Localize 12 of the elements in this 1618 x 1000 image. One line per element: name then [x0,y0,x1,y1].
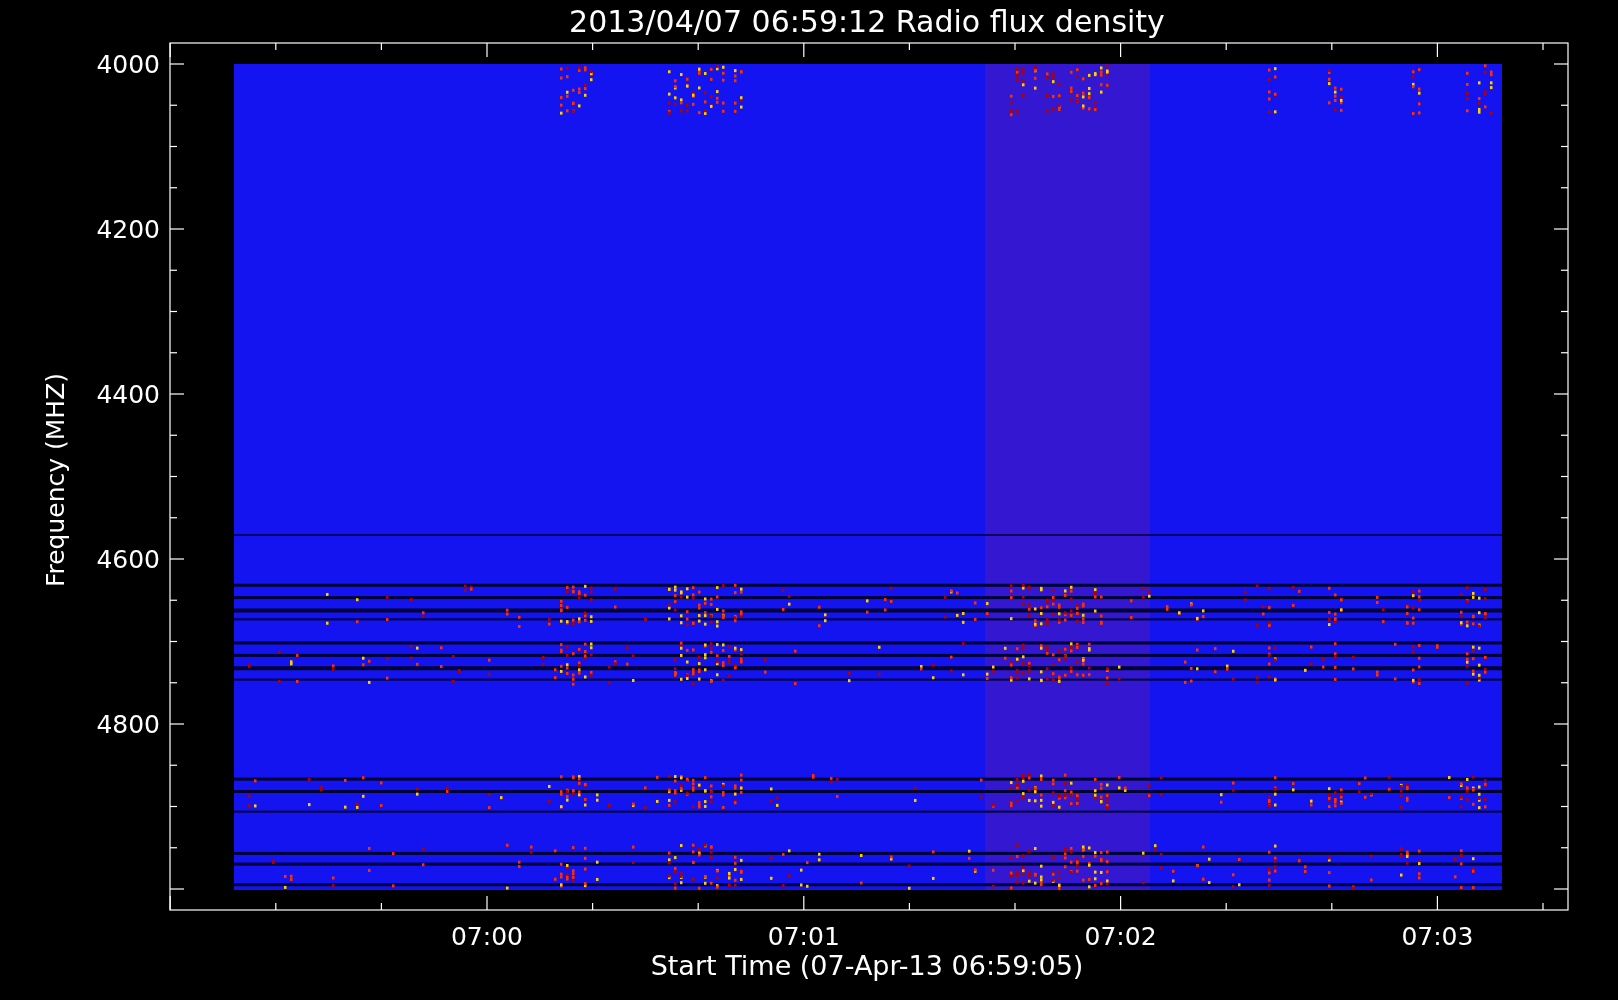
x-tick-label: 07:00 [451,922,523,951]
y-tick-label: 4800 [96,710,160,739]
y-tick-label: 4400 [96,380,160,409]
x-tick-label: 07:02 [1084,922,1157,951]
x-axis-title: Start Time (07-Apr-13 06:59:05) [650,950,1084,981]
x-tick-label: 07:01 [767,922,840,951]
y-tick-label: 4200 [96,215,160,244]
y-axis-title: Frequency (MHZ) [41,372,70,588]
y-tick-label: 4600 [96,545,160,574]
y-tick-label: 4000 [96,50,160,79]
chart-title: 2013/04/07 06:59:12 Radio flux density [569,4,1165,39]
x-tick-label: 07:03 [1401,922,1474,951]
